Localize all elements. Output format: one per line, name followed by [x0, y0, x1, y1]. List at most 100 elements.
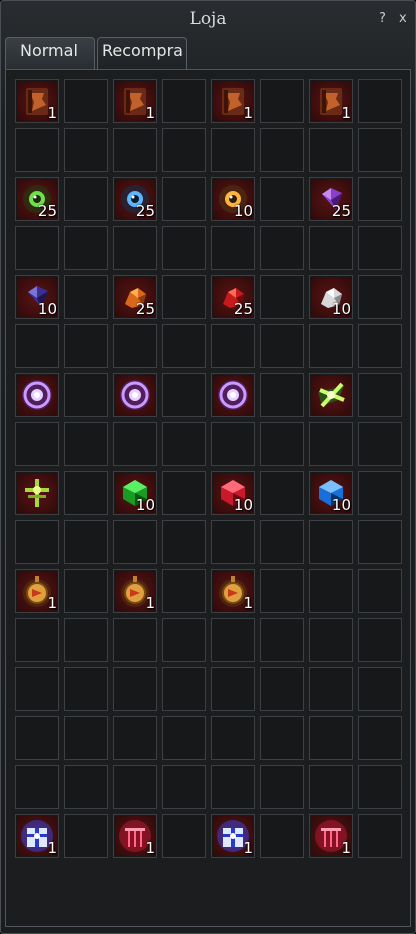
empty-slot[interactable] — [162, 471, 206, 515]
empty-slot[interactable] — [358, 765, 402, 809]
empty-slot[interactable] — [64, 618, 108, 662]
empty-slot[interactable] — [358, 814, 402, 858]
empty-slot[interactable] — [358, 79, 402, 123]
empty-slot[interactable] — [211, 422, 255, 466]
empty-slot[interactable] — [260, 814, 304, 858]
shop-item-slot[interactable]: 10 — [113, 471, 157, 515]
empty-slot[interactable] — [162, 569, 206, 613]
shop-item-slot[interactable]: 25 — [211, 275, 255, 319]
empty-slot[interactable] — [113, 128, 157, 172]
shop-item-slot[interactable]: 1 — [211, 814, 255, 858]
empty-slot[interactable] — [358, 128, 402, 172]
empty-slot[interactable] — [64, 373, 108, 417]
shop-item-slot[interactable]: 10 — [211, 471, 255, 515]
empty-slot[interactable] — [358, 667, 402, 711]
empty-slot[interactable] — [113, 520, 157, 564]
empty-slot[interactable] — [113, 667, 157, 711]
empty-slot[interactable] — [358, 618, 402, 662]
empty-slot[interactable] — [113, 324, 157, 368]
empty-slot[interactable] — [358, 226, 402, 270]
empty-slot[interactable] — [64, 79, 108, 123]
empty-slot[interactable] — [358, 422, 402, 466]
empty-slot[interactable] — [15, 667, 59, 711]
empty-slot[interactable] — [15, 128, 59, 172]
empty-slot[interactable] — [309, 422, 353, 466]
empty-slot[interactable] — [358, 275, 402, 319]
empty-slot[interactable] — [64, 667, 108, 711]
empty-slot[interactable] — [64, 765, 108, 809]
empty-slot[interactable] — [64, 471, 108, 515]
shop-item-slot[interactable] — [211, 373, 255, 417]
empty-slot[interactable] — [64, 324, 108, 368]
empty-slot[interactable] — [15, 765, 59, 809]
empty-slot[interactable] — [211, 128, 255, 172]
tab-recompra[interactable]: Recompra — [97, 37, 187, 69]
shop-item-slot[interactable]: 1 — [15, 814, 59, 858]
empty-slot[interactable] — [260, 520, 304, 564]
empty-slot[interactable] — [162, 814, 206, 858]
shop-item-slot[interactable]: 25 — [309, 177, 353, 221]
shop-item-slot[interactable]: 1 — [309, 814, 353, 858]
empty-slot[interactable] — [358, 324, 402, 368]
empty-slot[interactable] — [358, 716, 402, 760]
empty-slot[interactable] — [260, 226, 304, 270]
empty-slot[interactable] — [162, 422, 206, 466]
empty-slot[interactable] — [15, 520, 59, 564]
empty-slot[interactable] — [64, 128, 108, 172]
shop-item-slot[interactable] — [15, 373, 59, 417]
empty-slot[interactable] — [260, 471, 304, 515]
shop-item-slot[interactable]: 10 — [309, 471, 353, 515]
shop-item-slot[interactable]: 1 — [211, 79, 255, 123]
empty-slot[interactable] — [211, 618, 255, 662]
empty-slot[interactable] — [162, 667, 206, 711]
shop-item-slot[interactable] — [309, 373, 353, 417]
empty-slot[interactable] — [309, 618, 353, 662]
empty-slot[interactable] — [309, 765, 353, 809]
close-button[interactable]: x — [399, 11, 407, 26]
shop-item-slot[interactable]: 1 — [15, 79, 59, 123]
empty-slot[interactable] — [358, 569, 402, 613]
shop-item-slot[interactable]: 10 — [309, 275, 353, 319]
empty-slot[interactable] — [15, 226, 59, 270]
empty-slot[interactable] — [64, 520, 108, 564]
empty-slot[interactable] — [260, 324, 304, 368]
empty-slot[interactable] — [309, 520, 353, 564]
empty-slot[interactable] — [260, 422, 304, 466]
empty-slot[interactable] — [260, 569, 304, 613]
empty-slot[interactable] — [162, 716, 206, 760]
empty-slot[interactable] — [113, 765, 157, 809]
empty-slot[interactable] — [260, 618, 304, 662]
shop-item-slot[interactable]: 1 — [113, 814, 157, 858]
empty-slot[interactable] — [260, 765, 304, 809]
shop-item-slot[interactable]: 1 — [309, 79, 353, 123]
empty-slot[interactable] — [260, 128, 304, 172]
shop-item-slot[interactable]: 1 — [211, 569, 255, 613]
empty-slot[interactable] — [260, 373, 304, 417]
shop-item-slot[interactable]: 1 — [113, 79, 157, 123]
empty-slot[interactable] — [162, 275, 206, 319]
empty-slot[interactable] — [309, 226, 353, 270]
empty-slot[interactable] — [358, 177, 402, 221]
empty-slot[interactable] — [64, 569, 108, 613]
empty-slot[interactable] — [15, 324, 59, 368]
empty-slot[interactable] — [309, 569, 353, 613]
shop-item-slot[interactable]: 1 — [15, 569, 59, 613]
empty-slot[interactable] — [309, 324, 353, 368]
empty-slot[interactable] — [260, 79, 304, 123]
empty-slot[interactable] — [309, 667, 353, 711]
shop-item-slot[interactable]: 25 — [113, 275, 157, 319]
empty-slot[interactable] — [211, 765, 255, 809]
empty-slot[interactable] — [64, 275, 108, 319]
empty-slot[interactable] — [211, 324, 255, 368]
empty-slot[interactable] — [162, 128, 206, 172]
empty-slot[interactable] — [162, 618, 206, 662]
shop-item-slot[interactable] — [15, 471, 59, 515]
empty-slot[interactable] — [64, 226, 108, 270]
empty-slot[interactable] — [260, 667, 304, 711]
shop-item-slot[interactable]: 1 — [113, 569, 157, 613]
empty-slot[interactable] — [260, 716, 304, 760]
empty-slot[interactable] — [162, 177, 206, 221]
shop-item-slot[interactable]: 10 — [211, 177, 255, 221]
title-bar[interactable]: Loja ? x — [1, 1, 415, 35]
empty-slot[interactable] — [211, 667, 255, 711]
